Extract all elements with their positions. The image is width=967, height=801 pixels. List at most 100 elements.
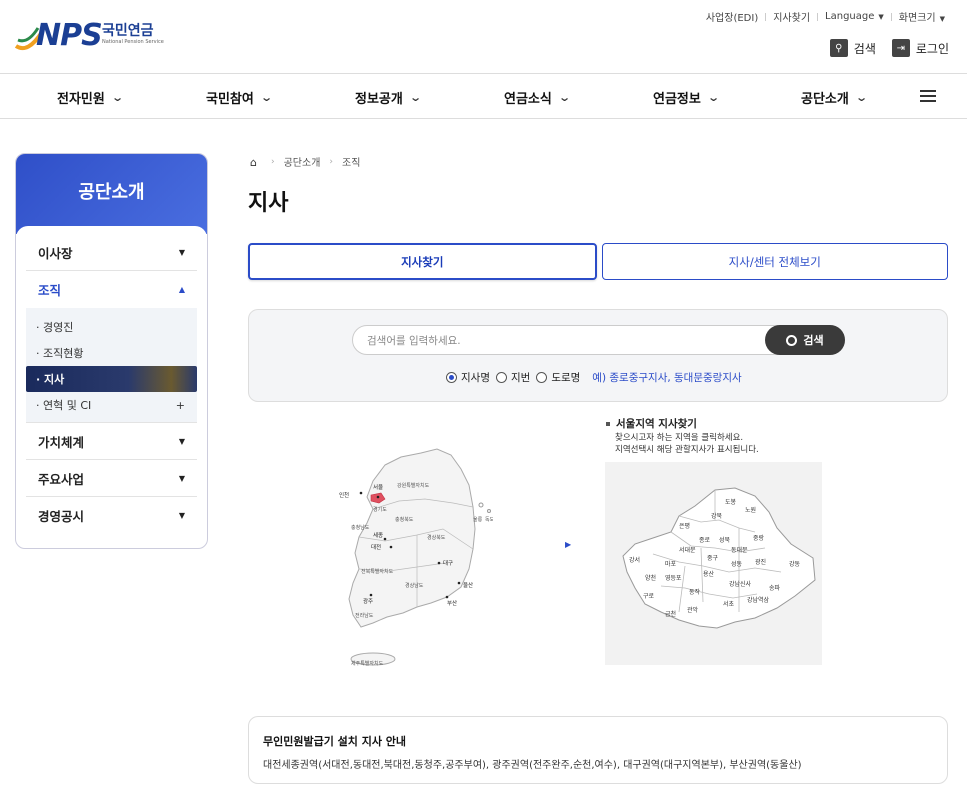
gnb-item-disclosure[interactable]: 정보공개 ⌄: [355, 88, 422, 107]
plus-icon: +: [175, 398, 185, 412]
map-label: 울산: [463, 581, 473, 589]
chevron-down-icon: ⌄: [111, 91, 124, 104]
seoul-label: 구로: [643, 593, 655, 600]
chevron-down-icon: ⌄: [855, 91, 868, 104]
gnb-item-participation[interactable]: 국민참여 ⌄: [206, 88, 273, 107]
side-nav: 공단소개 이사장 ▼ 조직 ▲ · 경영진 · 조직현황 · 지사 · 연혁 및 C…: [15, 153, 208, 549]
divider: [817, 12, 819, 21]
gnb-label: 연금정보: [653, 92, 701, 107]
seoul-label: 강남역삼: [747, 596, 770, 604]
side-nav-label: 주요사업: [38, 471, 85, 487]
seoul-map[interactable]: 도봉 노원 강북 은평 성북 중랑 종로 동대문 서대문 마포 중구 성동 광진…: [605, 462, 822, 665]
gnb-item-news[interactable]: 연금소식 ⌄: [504, 88, 571, 107]
seoul-label: 강서: [629, 556, 640, 564]
seoul-label: 서초: [723, 600, 735, 608]
side-nav-label: 조직: [38, 283, 62, 298]
kiosk-notice: 무인민원발급기 설치 지사 안내 대전세종권역(서대전,동대전,북대전,동청주,…: [248, 716, 948, 784]
util-link-edi[interactable]: 사업장(EDI): [706, 9, 758, 24]
nps-logo[interactable]: NPS 국민연금 National Pension Service: [14, 14, 174, 60]
chevron-down-icon: ⌄: [707, 91, 720, 104]
notice-title: 무인민원발급기 설치 지사 안내: [263, 735, 407, 748]
side-nav-item-disclosure[interactable]: 경영공시 ▼: [26, 497, 197, 534]
seoul-label: 도봉: [725, 498, 737, 506]
side-nav-item-values[interactable]: 가치체계 ▼: [26, 423, 197, 460]
seoul-label: 마포: [665, 560, 677, 568]
breadcrumb-link[interactable]: 공단소개: [284, 154, 321, 169]
sub-item-org-status[interactable]: · 조직현황: [26, 340, 197, 366]
side-nav-title: 공단소개: [16, 154, 207, 240]
radio-dot: [536, 372, 548, 383]
sub-item-branch[interactable]: · 지사: [26, 366, 197, 392]
chevron-right-icon: ›: [271, 156, 275, 167]
util-link-branch[interactable]: 지사찾기: [773, 9, 810, 24]
search-example: 예) 종로중구지사, 동대문중랑지사: [592, 372, 742, 384]
gnb-label: 정보공개: [355, 92, 403, 107]
sub-item-label: · 경영진: [36, 321, 74, 334]
seoul-label: 양천: [645, 574, 656, 582]
breadcrumb-link[interactable]: 조직: [342, 154, 360, 169]
seoul-label: 노원: [745, 506, 756, 514]
map-label: 서울: [373, 483, 383, 491]
page-title: 지사: [248, 191, 289, 216]
gnb-label: 연금소식: [504, 92, 552, 107]
login-label: 로그인: [915, 41, 949, 56]
gnb-item-about[interactable]: 공단소개 ⌄: [801, 88, 868, 107]
map-label: 부산: [447, 599, 457, 607]
login-button[interactable]: ⇥ 로그인: [891, 39, 949, 57]
seoul-desc-line: 지역선택시 해당 관할지사가 표시됩니다.: [615, 445, 759, 455]
chevron-right-icon: ›: [329, 156, 334, 167]
search-button[interactable]: 검색: [765, 325, 845, 355]
chevron-down-icon: ⌄: [558, 91, 571, 104]
main-nav: 전자민원 ⌄ 국민참여 ⌄ 정보공개 ⌄ 연금소식 ⌄ 연금정보 ⌄ 공단소개 ⌄: [0, 74, 967, 119]
seoul-label: 광진: [755, 558, 766, 566]
caret-down-icon: ▼: [178, 473, 185, 483]
radio-dot: [495, 372, 507, 383]
search-panel: 검색어를 입력하세요. 검색 지사명 지번 도로명 예) 종로중구지사, 동대문…: [248, 309, 948, 402]
radio-lot-number[interactable]: 지번: [495, 370, 531, 385]
side-nav-submenu: · 경영진 · 조직현황 · 지사 · 연혁 및 CI +: [26, 308, 197, 423]
caret-down-icon: ▼: [878, 13, 884, 21]
side-nav-label: 이사장: [38, 245, 73, 261]
radio-road-name[interactable]: 도로명: [536, 370, 580, 385]
divider: [765, 12, 767, 21]
side-nav-item-organization[interactable]: 조직 ▲: [26, 271, 197, 308]
korea-map[interactable]: 서울 인천 경기도 강원특별자치도 충청북도 충청남도 세종 대전 경상북도 대…: [333, 445, 493, 675]
seoul-label: 강동: [789, 560, 801, 568]
logo-english: National Pension Service: [102, 39, 164, 45]
seoul-label: 금천: [665, 610, 676, 618]
tab-all-branches[interactable]: 지사/센터 전체보기: [601, 243, 948, 280]
seoul-label: 성북: [719, 536, 731, 544]
search-icon: [786, 334, 798, 346]
caret-down-icon: ▼: [178, 436, 185, 446]
arrow-right-icon: ▶: [565, 540, 572, 549]
header-search-button[interactable]: ⚲ 검색: [829, 39, 876, 57]
util-link-screen-size[interactable]: 화면크기 ▼: [899, 9, 945, 24]
breadcrumb: ⌂ › 공단소개 › 조직: [250, 154, 360, 170]
language-label: Language: [825, 11, 875, 22]
header-buttons: ⚲ 검색 ⇥ 로그인: [829, 39, 949, 57]
utility-links: 사업장(EDI) 지사찾기 Language ▼ 화면크기 ▼: [706, 9, 945, 24]
seoul-label: 관악: [687, 606, 699, 614]
home-icon[interactable]: ⌂: [250, 156, 262, 169]
side-nav-item-business[interactable]: 주요사업 ▼: [26, 460, 197, 497]
menu-icon[interactable]: [920, 90, 936, 102]
side-nav-label: 가치체계: [38, 434, 85, 450]
bullet-icon: [606, 421, 610, 426]
seoul-map-title: 서울지역 지사찾기: [606, 416, 697, 431]
seoul-label: 중구: [707, 555, 719, 562]
gnb-label: 공단소개: [801, 92, 849, 107]
gnb-item-pension-info[interactable]: 연금정보 ⌄: [653, 88, 720, 107]
util-link-language[interactable]: Language ▼: [825, 11, 884, 22]
seoul-label: 종로: [699, 537, 711, 544]
gnb-item-e-civil[interactable]: 전자민원 ⌄: [57, 88, 124, 107]
sub-item-executives[interactable]: · 경영진: [26, 314, 197, 340]
caret-up-icon: ▲: [178, 285, 185, 294]
seoul-label: 동작: [689, 589, 701, 596]
sub-item-history[interactable]: · 연혁 및 CI +: [26, 392, 197, 418]
search-type-options: 지사명 지번 도로명 예) 종로중구지사, 동대문중랑지사: [446, 370, 742, 385]
map-label: 대전: [371, 543, 381, 551]
side-nav-list: 이사장 ▼ 조직 ▲ · 경영진 · 조직현황 · 지사 · 연혁 및 CI + 가치…: [16, 234, 207, 534]
radio-branch-name[interactable]: 지사명: [446, 370, 490, 385]
radio-label: 지번: [510, 372, 531, 384]
tab-find-branch[interactable]: 지사찾기: [248, 243, 597, 280]
